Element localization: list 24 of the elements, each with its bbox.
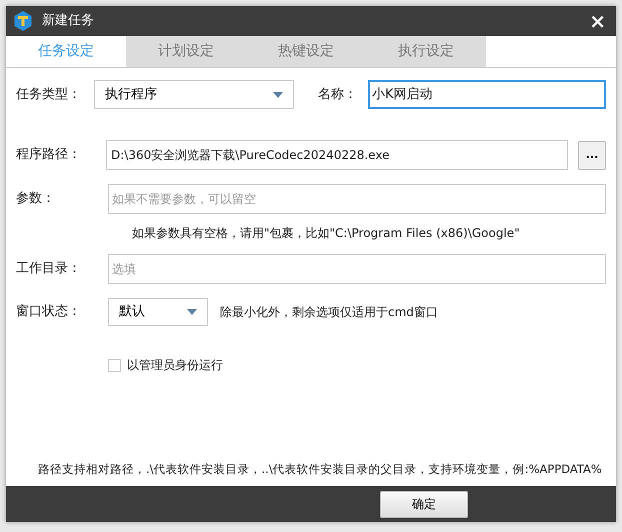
window-state-hint: 除最小化外，剩余选项仅适用于cmd窗口: [220, 304, 438, 321]
field-label: 工作目录：: [16, 260, 82, 278]
app-logo-icon: [12, 10, 34, 32]
field-label: 参数：: [16, 190, 56, 208]
browse-button[interactable]: ...: [578, 140, 606, 170]
field-label: 名称：: [318, 86, 358, 104]
program-path-field[interactable]: D:\360安全浏览器下载\PureCodec20240228.exe: [106, 140, 568, 170]
window-title: 新建任务: [42, 12, 94, 30]
field-label: 任务类型：: [16, 86, 82, 104]
work-dir-field[interactable]: 选填: [108, 254, 606, 284]
window-state-dropdown[interactable]: 默认: [108, 298, 208, 326]
task-type-dropdown[interactable]: 执行程序: [94, 80, 294, 109]
ok-button[interactable]: 确定: [380, 490, 468, 518]
field-label: 程序路径：: [16, 146, 82, 164]
name-field[interactable]: 小K网启动: [368, 80, 606, 109]
dropdown-arrow-icon: [187, 309, 197, 315]
params-field[interactable]: 如果不需要参数，可以留空: [108, 184, 606, 214]
checkbox-label: 以管理员身份运行: [127, 357, 223, 374]
dropdown-arrow-icon: [273, 92, 283, 98]
checkbox[interactable]: [108, 358, 121, 372]
field-label: 窗口状态：: [16, 303, 82, 322]
footer-note: 路径支持相对路径，.\代表软件安装目录，..\代表软件安装目录的父目录，支持环境变量，例:%APPDATA%: [38, 460, 603, 478]
params-hint: 如果参数具有空格，请用"包裹，比如"C:\Program Files (x86)\Google": [132, 225, 521, 242]
close-button[interactable]: ×: [585, 11, 610, 31]
